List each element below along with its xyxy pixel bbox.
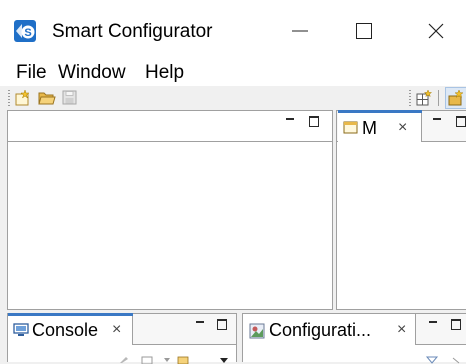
tab-console-label: Console <box>32 320 99 340</box>
menu-help[interactable]: Help <box>145 61 184 85</box>
smart-configurator-perspective-button[interactable] <box>445 87 466 109</box>
configuration-toolbar <box>425 356 460 364</box>
left-view-area <box>7 110 333 310</box>
console-minimize-button[interactable] <box>194 318 206 330</box>
tab-m-label: M <box>362 118 377 138</box>
configuration-view: Configurati... × <box>242 313 466 364</box>
tab-m[interactable]: M × <box>338 110 422 142</box>
toolbar-grip[interactable] <box>8 90 10 106</box>
configuration-maximize-button[interactable] <box>450 318 462 330</box>
open-perspective-icon <box>416 89 433 106</box>
toolbar-separator <box>438 90 439 106</box>
tab-m-close-button[interactable]: × <box>398 119 407 137</box>
menu-window[interactable]: Window <box>58 61 126 85</box>
open-button[interactable] <box>38 89 56 107</box>
view-window-icon <box>343 121 358 134</box>
new-button[interactable] <box>14 89 32 107</box>
smart-configurator-perspective-icon <box>448 89 464 106</box>
close-icon <box>428 23 444 39</box>
save-button[interactable] <box>61 89 79 107</box>
minimize-window-button[interactable] <box>270 6 330 56</box>
svg-text:S: S <box>24 27 31 39</box>
tab-console-close-button[interactable]: × <box>112 321 121 339</box>
tab-configuration[interactable]: Configurati... × <box>243 314 416 345</box>
close-window-button[interactable] <box>406 6 466 56</box>
app-logo-icon: S <box>14 20 36 42</box>
new-file-icon <box>15 89 30 106</box>
right-view-maximize-button[interactable] <box>455 115 466 127</box>
menu-bar: File Window Help <box>0 58 466 86</box>
menu-file[interactable]: File <box>16 61 47 85</box>
minimize-icon <box>292 30 308 32</box>
maximize-window-button[interactable] <box>334 6 394 56</box>
configuration-minimize-button[interactable] <box>427 318 439 330</box>
console-toolbar <box>120 356 228 364</box>
filter-icon[interactable] <box>425 356 439 364</box>
main-toolbar <box>0 86 466 110</box>
maximize-icon <box>356 23 372 39</box>
console-view: Console × <box>7 313 237 364</box>
console-display-icon[interactable] <box>141 356 153 364</box>
console-active-tab-indicator <box>8 313 133 316</box>
window-title: Smart Configurator <box>52 21 213 42</box>
open-folder-icon <box>38 92 56 105</box>
left-view-header <box>8 111 332 142</box>
right-view-minimize-button[interactable] <box>431 115 443 127</box>
left-view-minimize-button[interactable] <box>284 115 296 127</box>
console-menu-chevron-icon[interactable] <box>220 358 228 363</box>
console-pin-icon[interactable] <box>120 357 128 363</box>
tab-console[interactable]: Console × <box>8 313 133 345</box>
link-icon[interactable] <box>452 357 460 364</box>
open-perspective-button[interactable] <box>415 89 433 107</box>
console-dropdown-icon[interactable] <box>164 358 170 362</box>
right-view-area: M × <box>336 110 466 310</box>
tab-configuration-label: Configurati... <box>269 320 372 340</box>
console-new-icon[interactable] <box>177 356 189 364</box>
save-icon <box>62 90 77 105</box>
left-view-maximize-button[interactable] <box>308 115 320 127</box>
console-maximize-button[interactable] <box>216 318 228 330</box>
tab-configuration-close-button[interactable]: × <box>397 321 406 339</box>
toolbar-grip-right[interactable] <box>409 90 411 106</box>
console-icon <box>13 323 29 336</box>
active-tab-indicator <box>338 110 422 113</box>
configuration-icon <box>249 323 265 339</box>
